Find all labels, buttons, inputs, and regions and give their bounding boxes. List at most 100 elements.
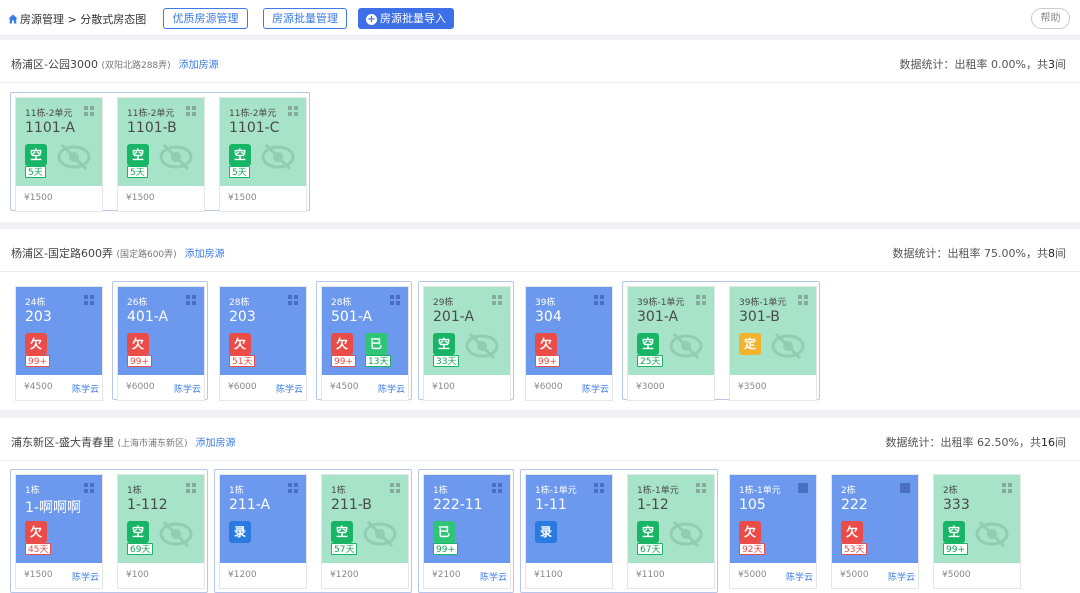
grid-icon[interactable]: [186, 483, 196, 493]
room-card[interactable]: 11栋-2单元 1101-A 空 5天 ¥1500: [15, 97, 103, 212]
agent-name[interactable]: 陈学云: [888, 570, 915, 583]
eye-off-icon: [668, 519, 704, 549]
status-badge: 空: [637, 333, 659, 355]
room-card[interactable]: 29栋 201-A 空 33天 ¥100: [423, 286, 511, 401]
building-label: 2栋: [943, 486, 958, 496]
status-badge: 空: [943, 521, 965, 543]
section-header: 浦东新区-盛大青春里 (上海市浦东新区) 添加房源 数据统计：出租率 62.50%…: [0, 418, 1080, 461]
status-badge: 定: [739, 333, 761, 355]
room-card[interactable]: 28栋 203 欠 51天 ¥6000 陈学云: [219, 286, 307, 401]
room-card[interactable]: 39栋 304 欠 99+ ¥6000 陈学云: [525, 286, 613, 401]
grid-icon[interactable]: [390, 295, 400, 305]
room-card[interactable]: 11栋-2单元 1101-B 空 5天 ¥1500: [117, 97, 205, 212]
room-card[interactable]: 1栋-1单元 1-11 录 ¥1100: [525, 474, 613, 589]
grid-icon[interactable]: [798, 295, 808, 305]
room-card[interactable]: 1栋 211-A 录 ¥1200: [219, 474, 307, 589]
days-label: 5天: [127, 166, 148, 178]
days-label: 53天: [841, 543, 868, 555]
add-listing-link[interactable]: 添加房源: [185, 249, 225, 260]
breadcrumb-separator: >: [67, 13, 77, 26]
eye-off-icon: [770, 331, 806, 361]
quality-listings-button[interactable]: 优质房源管理: [163, 8, 248, 29]
grid-icon[interactable]: [186, 106, 196, 116]
room-card[interactable]: 2栋 222 欠 53天 ¥5000 陈学云: [831, 474, 919, 589]
grid-icon[interactable]: [84, 483, 94, 493]
rent-price: ¥1500: [24, 193, 53, 203]
grid-icon[interactable]: [390, 483, 400, 493]
room-card-footer: ¥1500: [220, 186, 306, 211]
agent-name[interactable]: 陈学云: [378, 382, 405, 395]
room-card[interactable]: 1栋-1单元 105 欠 92天 ¥5000 陈学云: [729, 474, 817, 589]
batch-import-button[interactable]: + 房源批量导入: [358, 8, 454, 29]
room-number: 1101-B: [127, 120, 177, 136]
grid-icon[interactable]: [696, 483, 706, 493]
room-number: 1-啊啊啊: [25, 500, 81, 516]
room-number: 1-12: [637, 497, 669, 513]
help-button[interactable]: 帮助: [1031, 8, 1070, 29]
days-label: 25天: [637, 355, 664, 367]
grid-icon[interactable]: [594, 295, 604, 305]
home-icon[interactable]: [8, 14, 18, 24]
room-card[interactable]: 26栋 401-A 欠 99+ ¥6000 陈学云: [117, 286, 205, 401]
agent-name[interactable]: 陈学云: [72, 570, 99, 583]
room-card-body: 1栋-1单元 1-12 空 67天: [628, 475, 714, 563]
agent-name[interactable]: 陈学云: [174, 382, 201, 395]
rent-price: ¥6000: [228, 382, 257, 392]
room-card[interactable]: 39栋-1单元 301-A 空 25天 ¥3000: [627, 286, 715, 401]
room-card[interactable]: 28栋 501-A 欠 99+ 已 13天 ¥4500 陈学云: [321, 286, 409, 401]
grid-icon[interactable]: [288, 295, 298, 305]
room-card[interactable]: 1栋 1-啊啊啊欠 45天 ¥1500 陈学云: [15, 474, 103, 589]
grid-icon[interactable]: [84, 106, 94, 116]
grid-icon[interactable]: [288, 483, 298, 493]
room-number: 222: [841, 497, 868, 513]
grid-icon[interactable]: [1002, 483, 1012, 493]
room-card-body: 26栋 401-A 欠 99+: [118, 287, 204, 375]
building-label: 39栋-1单元: [739, 298, 787, 308]
agent-name[interactable]: 陈学云: [276, 382, 303, 395]
room-card-body: 1栋 222-11 已 99+: [424, 475, 510, 563]
room-card-body: 1栋 211-A 录: [220, 475, 306, 563]
agent-name[interactable]: 陈学云: [582, 382, 609, 395]
grid-icon[interactable]: [492, 483, 502, 493]
building-label: 1栋-1单元: [739, 486, 781, 496]
eye-off-icon: [158, 519, 194, 549]
room-card-footer: ¥1100: [628, 563, 714, 588]
grid-icon[interactable]: [492, 295, 502, 305]
room-number: 301-B: [739, 309, 780, 325]
property-address: (双阳北路288弄): [101, 61, 171, 71]
room-card[interactable]: 24栋 203 欠 99+ ¥4500 陈学云: [15, 286, 103, 401]
room-card[interactable]: 1栋 211-B 空 57天 ¥1200: [321, 474, 409, 589]
breadcrumb-root[interactable]: 房源管理: [20, 13, 64, 26]
room-card[interactable]: 39栋-1单元 301-B 定 ¥3500: [729, 286, 817, 401]
room-card-footer: ¥6000 陈学云: [220, 375, 306, 400]
batch-manage-button[interactable]: 房源批量管理: [263, 8, 347, 29]
property-address: (国定路600弄): [116, 250, 177, 260]
grid-icon[interactable]: [594, 483, 604, 493]
grid-icon[interactable]: [288, 106, 298, 116]
room-card[interactable]: 2栋 333 空 99+ ¥5000: [933, 474, 1021, 589]
grid-icon[interactable]: [798, 483, 808, 493]
grid-icon[interactable]: [186, 295, 196, 305]
agent-name[interactable]: 陈学云: [72, 382, 99, 395]
room-number: 1-112: [127, 497, 168, 513]
eye-off-icon: [464, 331, 500, 361]
room-card[interactable]: 1栋 1-112 空 69天 ¥100: [117, 474, 205, 589]
grid-icon[interactable]: [900, 483, 910, 493]
status-badge: 空: [637, 521, 659, 543]
agent-name[interactable]: 陈学云: [480, 570, 507, 583]
grid-icon[interactable]: [696, 295, 706, 305]
grid-icon[interactable]: [84, 295, 94, 305]
room-card-footer: ¥5000 陈学云: [730, 563, 816, 588]
add-listing-link[interactable]: 添加房源: [179, 60, 219, 71]
section-header: 杨浦区-国定路600弄 (国定路600弄) 添加房源 数据统计：出租率 75.00…: [0, 229, 1080, 272]
room-card-body: 2栋 333 空 99+: [934, 475, 1020, 563]
add-listing-link[interactable]: 添加房源: [196, 438, 236, 449]
room-card[interactable]: 11栋-2单元 1101-C 空 5天 ¥1500: [219, 97, 307, 212]
room-card-body: 28栋 501-A 欠 99+ 已 13天: [322, 287, 408, 375]
agent-name[interactable]: 陈学云: [786, 570, 813, 583]
room-card[interactable]: 1栋 222-11 已 99+ ¥2100 陈学云: [423, 474, 511, 589]
property-name: 浦东新区-盛大青春里: [11, 436, 114, 449]
status-badge: 欠: [535, 333, 557, 355]
room-card[interactable]: 1栋-1单元 1-12 空 67天 ¥1100: [627, 474, 715, 589]
plus-circle-icon: +: [366, 14, 377, 25]
